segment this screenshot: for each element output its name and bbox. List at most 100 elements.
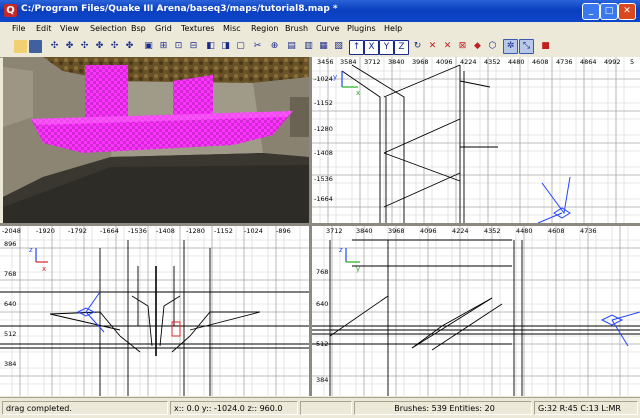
- menu-grid[interactable]: Grid: [155, 24, 172, 33]
- svg-text:-1280: -1280: [186, 227, 205, 235]
- csg-merge-icon[interactable]: ◨: [219, 40, 232, 53]
- yz-minor-grid: [312, 226, 640, 396]
- xz-selection[interactable]: [171, 321, 181, 337]
- hollow-icon[interactable]: ▢: [234, 40, 247, 53]
- status-bar: drag completed. x:: 0.0 y:: -1024.0 z:: …: [0, 397, 640, 418]
- plugin-a-icon[interactable]: ■: [539, 40, 552, 53]
- change-views-icon[interactable]: ⊕: [268, 40, 281, 53]
- maximize-button[interactable]: □: [600, 3, 618, 20]
- xy-minor-grid: [312, 57, 640, 223]
- menu-bsp[interactable]: Bsp: [131, 24, 146, 33]
- svg-text:-1152: -1152: [214, 227, 233, 235]
- magenta-pillar-left: [85, 65, 128, 125]
- svg-text:-896: -896: [276, 227, 291, 235]
- svg-text:5: 5: [630, 58, 634, 66]
- z-axis-rotate-icon[interactable]: ✤: [123, 40, 136, 53]
- svg-text:4096: 4096: [436, 58, 453, 66]
- xz-side-view[interactable]: x z -2048 -1920 -1792 -1664 -1536 -1408 …: [0, 226, 309, 396]
- cube-clip-icon[interactable]: ⬡: [486, 40, 499, 53]
- free-rotate-icon[interactable]: ↻: [411, 40, 424, 53]
- magenta-pillar-right: [173, 75, 213, 119]
- complete-tall-icon[interactable]: ▣: [142, 40, 155, 53]
- xz-axis-x-label: x: [42, 265, 46, 273]
- svg-text:4480: 4480: [516, 227, 533, 235]
- menu-curve[interactable]: Curve: [316, 24, 340, 33]
- select-z-icon[interactable]: ▧: [332, 40, 345, 53]
- select-touching-icon[interactable]: ⊡: [172, 40, 185, 53]
- menu-plugins[interactable]: Plugins: [347, 24, 376, 33]
- patch-mode-icon[interactable]: ⊠: [456, 40, 469, 53]
- menu-brush[interactable]: Brush: [285, 24, 308, 33]
- xz-axis-z-label: z: [29, 246, 33, 254]
- svg-text:-1280: -1280: [314, 125, 333, 133]
- xy-axis-x-label: x: [356, 89, 360, 97]
- xy-axis-indicator: x y: [333, 71, 360, 97]
- x-axis-rotate-icon[interactable]: ✤: [63, 40, 76, 53]
- select-x-icon[interactable]: ▥: [302, 40, 315, 53]
- xz-grid-canvas: x z -2048 -1920 -1792 -1664 -1536 -1408 …: [0, 226, 309, 396]
- view-x-icon[interactable]: ↑: [349, 40, 364, 55]
- title-bar: Q C:/Program Files/Quake III Arena/baseq…: [0, 0, 640, 22]
- menu-help[interactable]: Help: [384, 24, 402, 33]
- camera-3d-view[interactable]: [3, 57, 309, 223]
- xy-grid-canvas: x y 3456 3584 3712 3840 3968 4096 4224 4…: [312, 57, 640, 223]
- y-axis-flip-icon[interactable]: ✣: [78, 40, 91, 53]
- close-button[interactable]: ✕: [618, 3, 636, 20]
- svg-text:4608: 4608: [548, 227, 565, 235]
- xy-top-view[interactable]: x y 3456 3584 3712 3840 3968 4096 4224 4…: [312, 57, 640, 223]
- camera-icon[interactable]: [537, 176, 571, 223]
- camera-preview-icon[interactable]: ▤: [285, 40, 298, 53]
- right-pillar: [290, 97, 309, 137]
- show-patch-bounding-icon[interactable]: ◆: [471, 40, 484, 53]
- yz-front-view[interactable]: y z 3712 3840 3968 4096 4224 4352 4480 4…: [312, 226, 640, 396]
- camera-scene: [3, 57, 309, 223]
- xz-minor-grid: [0, 226, 309, 396]
- size-to-fit-icon[interactable]: ⊞: [157, 40, 170, 53]
- svg-text:4352: 4352: [484, 58, 501, 66]
- z-axis-flip-icon[interactable]: ✣: [108, 40, 121, 53]
- texture-lock-icon[interactable]: Z: [394, 40, 409, 55]
- menu-misc[interactable]: Misc: [223, 24, 241, 33]
- view-y-icon[interactable]: X: [364, 40, 379, 55]
- xz-v-ticks: 896 768 640 512 384: [4, 240, 16, 368]
- yz-axis-z-label: z: [339, 246, 343, 254]
- select-by-curve-icon[interactable]: ⤡: [519, 39, 534, 54]
- save-file-icon[interactable]: [29, 40, 42, 53]
- svg-text:640: 640: [4, 300, 16, 308]
- svg-text:768: 768: [316, 268, 328, 276]
- menu-region[interactable]: Region: [251, 24, 278, 33]
- svg-text:512: 512: [316, 340, 328, 348]
- svg-text:-1920: -1920: [36, 227, 55, 235]
- menu-selection[interactable]: Selection: [90, 24, 127, 33]
- brush-entities-icon[interactable]: ✕: [441, 40, 454, 53]
- svg-text:-1024: -1024: [244, 227, 263, 235]
- xz-major-grid: [0, 226, 309, 396]
- y-axis-rotate-icon[interactable]: ✤: [93, 40, 106, 53]
- svg-text:3968: 3968: [388, 227, 405, 235]
- status-empty: [300, 401, 352, 415]
- minimize-button[interactable]: _: [582, 3, 600, 20]
- svg-text:-1536: -1536: [128, 227, 147, 235]
- svg-text:-1024: -1024: [314, 75, 333, 83]
- svg-text:-1408: -1408: [314, 149, 333, 157]
- quake-app-icon[interactable]: Q: [4, 4, 17, 17]
- menu-file[interactable]: File: [12, 24, 25, 33]
- menu-textures[interactable]: Textures: [181, 24, 214, 33]
- select-partial-icon[interactable]: ⊟: [187, 40, 200, 53]
- svg-text:4096: 4096: [420, 227, 437, 235]
- clipper-icon[interactable]: ✂: [251, 40, 264, 53]
- bend-mode-icon[interactable]: ✲: [503, 39, 518, 54]
- menu-edit[interactable]: Edit: [36, 24, 52, 33]
- csg-subtract-icon[interactable]: ◧: [204, 40, 217, 53]
- view-z-icon[interactable]: Y: [379, 40, 394, 55]
- svg-text:4480: 4480: [508, 58, 525, 66]
- open-file-icon[interactable]: [14, 40, 27, 53]
- x-axis-flip-icon[interactable]: ✣: [48, 40, 61, 53]
- menu-view[interactable]: View: [60, 24, 79, 33]
- scale-icon[interactable]: ✕: [426, 40, 439, 53]
- yz-camera-icon[interactable]: [600, 311, 640, 347]
- yz-axis-indicator: y z: [339, 246, 360, 273]
- svg-text:640: 640: [316, 300, 328, 308]
- status-message: drag completed.: [2, 401, 168, 415]
- select-y-icon[interactable]: ▦: [317, 40, 330, 53]
